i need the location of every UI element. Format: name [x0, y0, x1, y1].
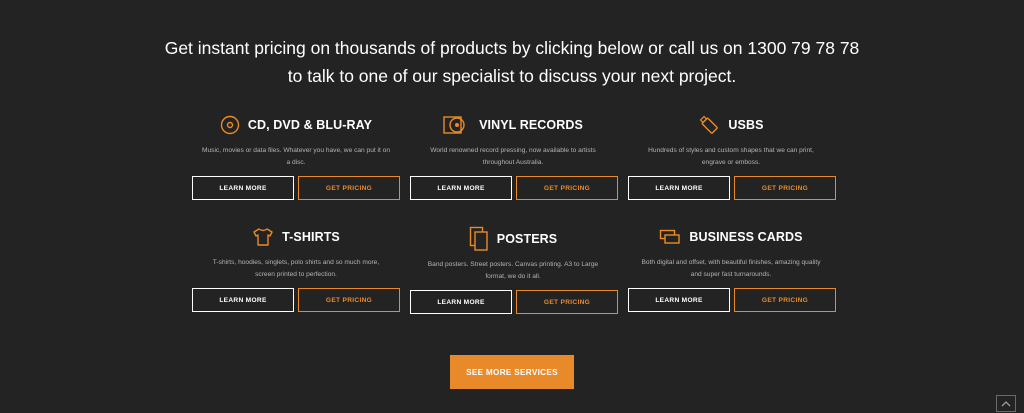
service-title: USBS	[626, 112, 836, 138]
headline: Get instant pricing on thousands of prod…	[0, 34, 1024, 90]
service-title: T-SHIRTS	[191, 224, 401, 250]
service-description-line-1: T-shirts, hoodies, singlets, polo shirts…	[212, 259, 380, 266]
headline-line-1: Get instant pricing on thousands of prod…	[164, 38, 860, 58]
service-usbs: USBS Hundreds of styles and custom shape…	[626, 112, 836, 171]
service-description-line-1: Hundreds of styles and custom shapes tha…	[648, 147, 814, 154]
poster-icon	[469, 226, 489, 252]
service-title-text: T-SHIRTS	[282, 230, 340, 244]
vinyl-record-icon	[443, 116, 471, 134]
learn-more-button[interactable]: LEARN MORE	[192, 176, 294, 200]
scroll-to-top-button[interactable]	[996, 395, 1016, 412]
service-description: Band posters. Street posters. Canvas pri…	[408, 259, 618, 285]
service-title-text: VINYL RECORDS	[479, 118, 583, 132]
chevron-up-icon	[1001, 395, 1011, 413]
service-description-line-1: Music, movies or data files. Whatever yo…	[201, 147, 390, 154]
service-title-text: CD, DVD & BLU-RAY	[247, 118, 373, 132]
tshirt-icon	[252, 227, 274, 247]
service-buttons: LEARN MORE GET PRICING	[628, 288, 836, 312]
usb-icon	[698, 114, 720, 136]
learn-more-button[interactable]: LEARN MORE	[410, 176, 512, 200]
disc-icon	[220, 115, 240, 135]
see-more-services-button[interactable]: SEE MORE SERVICES	[450, 355, 574, 389]
service-buttons: LEARN MORE GET PRICING	[192, 176, 400, 200]
service-posters: POSTERS Band posters. Street posters. Ca…	[408, 226, 618, 285]
service-cd-dvd: CD, DVD & BLU-RAY Music, movies or data …	[191, 112, 401, 171]
service-business-cards: BUSINESS CARDS Both digital and offset, …	[626, 224, 836, 283]
service-description-line-1: Band posters. Street posters. Canvas pri…	[427, 261, 599, 268]
service-description: Both digital and offset, with beautiful …	[626, 257, 836, 283]
get-pricing-button[interactable]: GET PRICING	[516, 176, 618, 200]
service-description-line-2: format, we do it all.	[485, 273, 541, 280]
service-description: World renowned record pressing, now avai…	[408, 145, 618, 171]
service-title: BUSINESS CARDS	[626, 224, 836, 250]
service-title: CD, DVD & BLU-RAY	[191, 112, 401, 138]
service-title: POSTERS	[408, 226, 618, 252]
service-buttons: LEARN MORE GET PRICING	[628, 176, 836, 200]
learn-more-button[interactable]: LEARN MORE	[628, 288, 730, 312]
headline-line-2: to talk to one of our specialist to disc…	[287, 66, 737, 86]
service-title-text: BUSINESS CARDS	[689, 230, 803, 244]
service-description: T-shirts, hoodies, singlets, polo shirts…	[191, 257, 401, 283]
get-pricing-button[interactable]: GET PRICING	[298, 288, 400, 312]
get-pricing-button[interactable]: GET PRICING	[734, 288, 836, 312]
service-description: Hundreds of styles and custom shapes tha…	[626, 145, 836, 171]
service-description-line-2: a disc.	[286, 159, 306, 166]
service-description-line-1: Both digital and offset, with beautiful …	[641, 259, 821, 266]
service-tshirts: T-SHIRTS T-shirts, hoodies, singlets, po…	[191, 224, 401, 283]
learn-more-button[interactable]: LEARN MORE	[628, 176, 730, 200]
business-cards-icon	[659, 229, 681, 245]
learn-more-button[interactable]: LEARN MORE	[410, 290, 512, 314]
service-buttons: LEARN MORE GET PRICING	[410, 176, 618, 200]
service-description-line-1: World renowned record pressing, now avai…	[430, 147, 596, 154]
service-description-line-2: engrave or emboss.	[701, 159, 761, 166]
service-description: Music, movies or data files. Whatever yo…	[191, 145, 401, 171]
service-title: VINYL RECORDS	[408, 112, 618, 138]
service-description-line-2: and super fast turnarounds.	[690, 271, 772, 278]
service-vinyl: VINYL RECORDS World renowned record pres…	[408, 112, 618, 171]
service-title-text: POSTERS	[496, 232, 558, 246]
service-description-line-2: throughout Australia.	[482, 159, 544, 166]
learn-more-button[interactable]: LEARN MORE	[192, 288, 294, 312]
service-buttons: LEARN MORE GET PRICING	[192, 288, 400, 312]
get-pricing-button[interactable]: GET PRICING	[734, 176, 836, 200]
get-pricing-button[interactable]: GET PRICING	[298, 176, 400, 200]
service-description-line-2: screen printed to perfection.	[255, 271, 337, 278]
service-buttons: LEARN MORE GET PRICING	[410, 290, 618, 314]
get-pricing-button[interactable]: GET PRICING	[516, 290, 618, 314]
service-title-text: USBS	[728, 118, 764, 132]
